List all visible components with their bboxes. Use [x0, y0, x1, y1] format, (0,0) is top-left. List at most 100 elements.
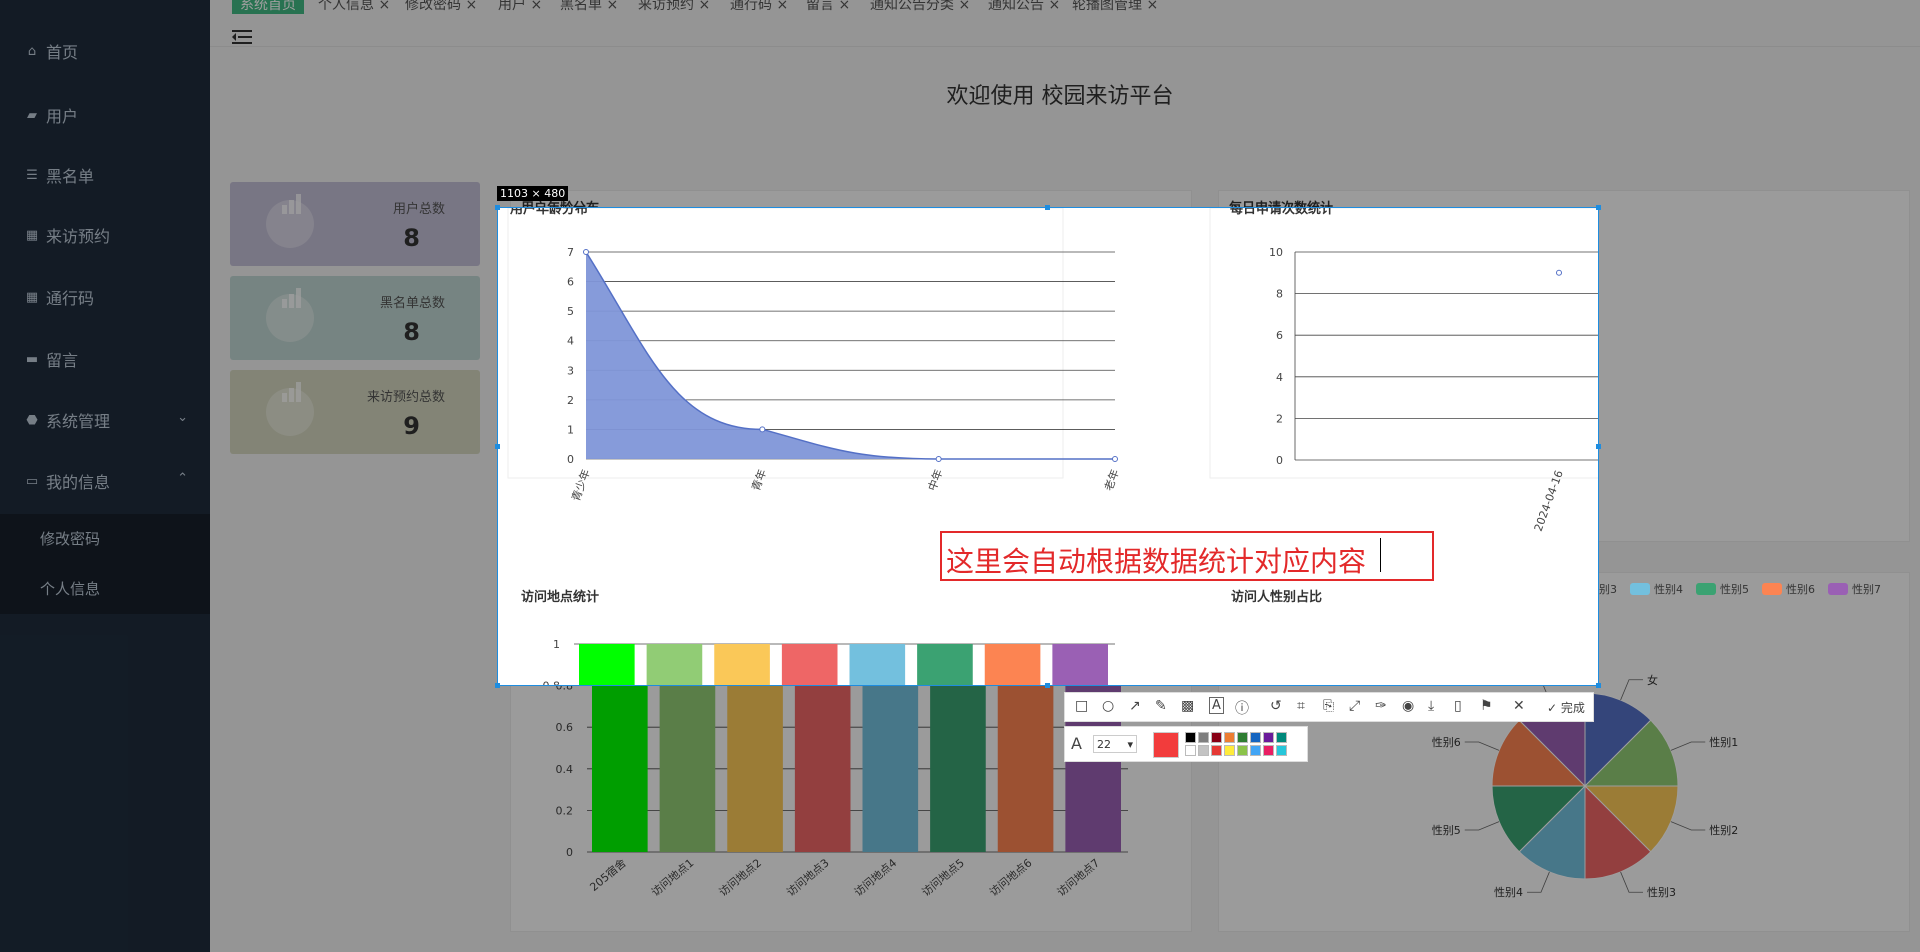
- color-swatch[interactable]: [1211, 745, 1222, 756]
- tab-1[interactable]: 个人信息 ×: [318, 0, 390, 14]
- submenu-item-change-password[interactable]: 修改密码: [40, 528, 100, 549]
- arrow-tool-icon[interactable]: ↗: [1129, 698, 1141, 714]
- sidebar-item-label: 用户: [46, 107, 79, 126]
- tab-10[interactable]: 轮播图管理 ×: [1072, 0, 1158, 14]
- color-swatch[interactable]: [1185, 745, 1196, 756]
- sidebar-item-label: 我的信息: [46, 473, 111, 492]
- sidebar-item-6[interactable]: ⬣ 系统管理 ⌄: [0, 400, 210, 440]
- y-tick-label: 0.6: [556, 721, 574, 734]
- ocr-icon[interactable]: ⌗: [1297, 698, 1305, 714]
- bookmark-icon[interactable]: ⚑: [1480, 698, 1493, 714]
- color-swatch[interactable]: [1263, 732, 1274, 743]
- resize-handle-s[interactable]: [1045, 683, 1050, 688]
- phone-icon[interactable]: ▯: [1454, 698, 1462, 714]
- record-icon[interactable]: ◉: [1402, 698, 1414, 714]
- sidebar-item-2[interactable]: ☰ 黑名单: [0, 155, 210, 195]
- pie-label: 性别2: [1709, 823, 1738, 837]
- color-swatch[interactable]: [1224, 732, 1235, 743]
- pen-tool-icon[interactable]: ✎: [1155, 698, 1167, 714]
- pie-leader: [1620, 679, 1644, 701]
- color-swatch[interactable]: [1250, 745, 1261, 756]
- x-tick-label: 访问地点6: [987, 856, 1034, 899]
- resize-handle-w[interactable]: [495, 444, 500, 449]
- legend-swatch: [1762, 583, 1782, 595]
- sidebar-item-5[interactable]: ▬ 留言: [0, 339, 210, 379]
- chevron-up-icon: ⌃: [177, 471, 188, 486]
- y-tick-label: 6: [1276, 329, 1283, 342]
- resize-handle-sw[interactable]: [495, 683, 500, 688]
- tab-9[interactable]: 通知公告 ×: [988, 0, 1060, 14]
- color-swatch[interactable]: [1198, 732, 1209, 743]
- current-color-swatch[interactable]: [1153, 732, 1179, 758]
- color-swatch[interactable]: [1185, 732, 1196, 743]
- color-swatch[interactable]: [1237, 745, 1248, 756]
- tab-3[interactable]: 用户 ×: [498, 0, 542, 14]
- tab-8[interactable]: 通知公告分类 ×: [870, 0, 970, 14]
- pie-leader: [1464, 821, 1500, 831]
- color-swatch[interactable]: [1276, 745, 1287, 756]
- daily-point: [1556, 269, 1562, 276]
- age-point: [935, 456, 942, 462]
- text-annotation[interactable]: 这里会自动根据数据统计对应内容: [946, 540, 1366, 580]
- age-point: [583, 249, 589, 255]
- cancel-icon[interactable]: ✕: [1513, 698, 1525, 714]
- color-swatch[interactable]: [1198, 745, 1209, 756]
- x-tick-label: 访问地点1: [649, 856, 696, 899]
- sidebar-item-0[interactable]: ⌂ 首页: [0, 31, 210, 71]
- submenu-my-info: 修改密码 个人信息: [0, 514, 210, 614]
- tab-bar: 系统首页 个人信息 × 修改密码 × 用户 × 黑名单 × 来访预约 × 通行码 × 留言 ×…: [210, 0, 1920, 14]
- color-swatch[interactable]: [1250, 732, 1261, 743]
- tab-7[interactable]: 留言 ×: [806, 0, 850, 14]
- ellipse-tool-icon[interactable]: ○: [1102, 698, 1114, 714]
- location-bar: [849, 644, 906, 685]
- y-tick-label: 0: [1276, 454, 1283, 467]
- submenu-item-personal-info[interactable]: 个人信息: [40, 578, 100, 599]
- color-swatch[interactable]: [1276, 732, 1287, 743]
- number-tool-icon[interactable]: ⓘ: [1235, 698, 1249, 718]
- rectangle-tool-icon[interactable]: □: [1075, 698, 1088, 714]
- resize-handle-e[interactable]: [1596, 444, 1601, 449]
- color-swatch[interactable]: [1237, 732, 1248, 743]
- font-size-select[interactable]: 22 ▾: [1093, 735, 1137, 753]
- font-size-value: 22: [1097, 738, 1111, 751]
- y-tick-label: 7: [567, 246, 574, 259]
- x-tick-label: 老年: [1101, 467, 1122, 492]
- sidebar-item-3[interactable]: ▦ 来访预约: [0, 215, 210, 255]
- sidebar-item-4[interactable]: ▦ 通行码: [0, 277, 210, 317]
- pin-icon[interactable]: ✑: [1375, 698, 1387, 714]
- copy-icon[interactable]: ⎘: [1323, 698, 1334, 714]
- capture-selection-area[interactable]: 0 1 2 3 4 5 6 7 青少年 青年 中年 老年 0 2 4 6 8 10 2024-04-16 1 0.8 用…: [497, 207, 1599, 686]
- stat-card-blacklist: 黑名单总数 8: [230, 276, 480, 360]
- legend-label: 性别6: [1786, 582, 1815, 596]
- tab-5[interactable]: 来访预约 ×: [638, 0, 710, 14]
- color-swatch[interactable]: [1211, 732, 1222, 743]
- save-icon[interactable]: ⤓: [1428, 698, 1434, 714]
- text-style-toolbar: A 22 ▾: [1064, 726, 1308, 762]
- resize-handle-se[interactable]: [1596, 683, 1601, 688]
- y-tick-label: 2: [1276, 412, 1283, 425]
- tab-4[interactable]: 黑名单 ×: [560, 0, 618, 14]
- tab-2[interactable]: 修改密码 ×: [405, 0, 477, 14]
- y-tick-label: 0.2: [556, 804, 574, 817]
- tab-6[interactable]: 通行码 ×: [730, 0, 788, 14]
- color-swatch[interactable]: [1224, 745, 1235, 756]
- sidebar-item-7[interactable]: ▭ 我的信息 ⌃: [0, 461, 210, 501]
- undo-icon[interactable]: ↺: [1270, 698, 1282, 714]
- sidebar-item-1[interactable]: ▰ 用户: [0, 95, 210, 135]
- screenshot-toolbar: ✓ 完成 □ ○ ↗ ✎ ▩ Aⓘ ↺ ⌗ ⎘ ⤢ ✑ ◉ ⤓ ▯ ⚑ ✕: [1064, 692, 1594, 722]
- resize-handle-ne[interactable]: [1596, 205, 1601, 210]
- color-swatch[interactable]: [1263, 745, 1274, 756]
- collapse-menu-icon[interactable]: [232, 30, 252, 44]
- resize-handle-nw[interactable]: [495, 205, 500, 210]
- mosaic-tool-icon[interactable]: ▩: [1181, 698, 1194, 714]
- stat-label: 来访预约总数: [366, 390, 445, 405]
- tab-0[interactable]: 系统首页: [232, 0, 304, 14]
- text-tool-icon[interactable]: A: [1209, 697, 1224, 714]
- chevron-down-icon: ▾: [1127, 738, 1133, 751]
- pie-label: 性别6: [1432, 735, 1461, 749]
- profile-icon: ▭: [25, 473, 39, 489]
- done-button[interactable]: ✓ 完成: [1547, 699, 1585, 716]
- scroll-capture-icon[interactable]: ⤢: [1349, 698, 1360, 714]
- pie-leader: [1526, 871, 1550, 893]
- resize-handle-n[interactable]: [1045, 205, 1050, 210]
